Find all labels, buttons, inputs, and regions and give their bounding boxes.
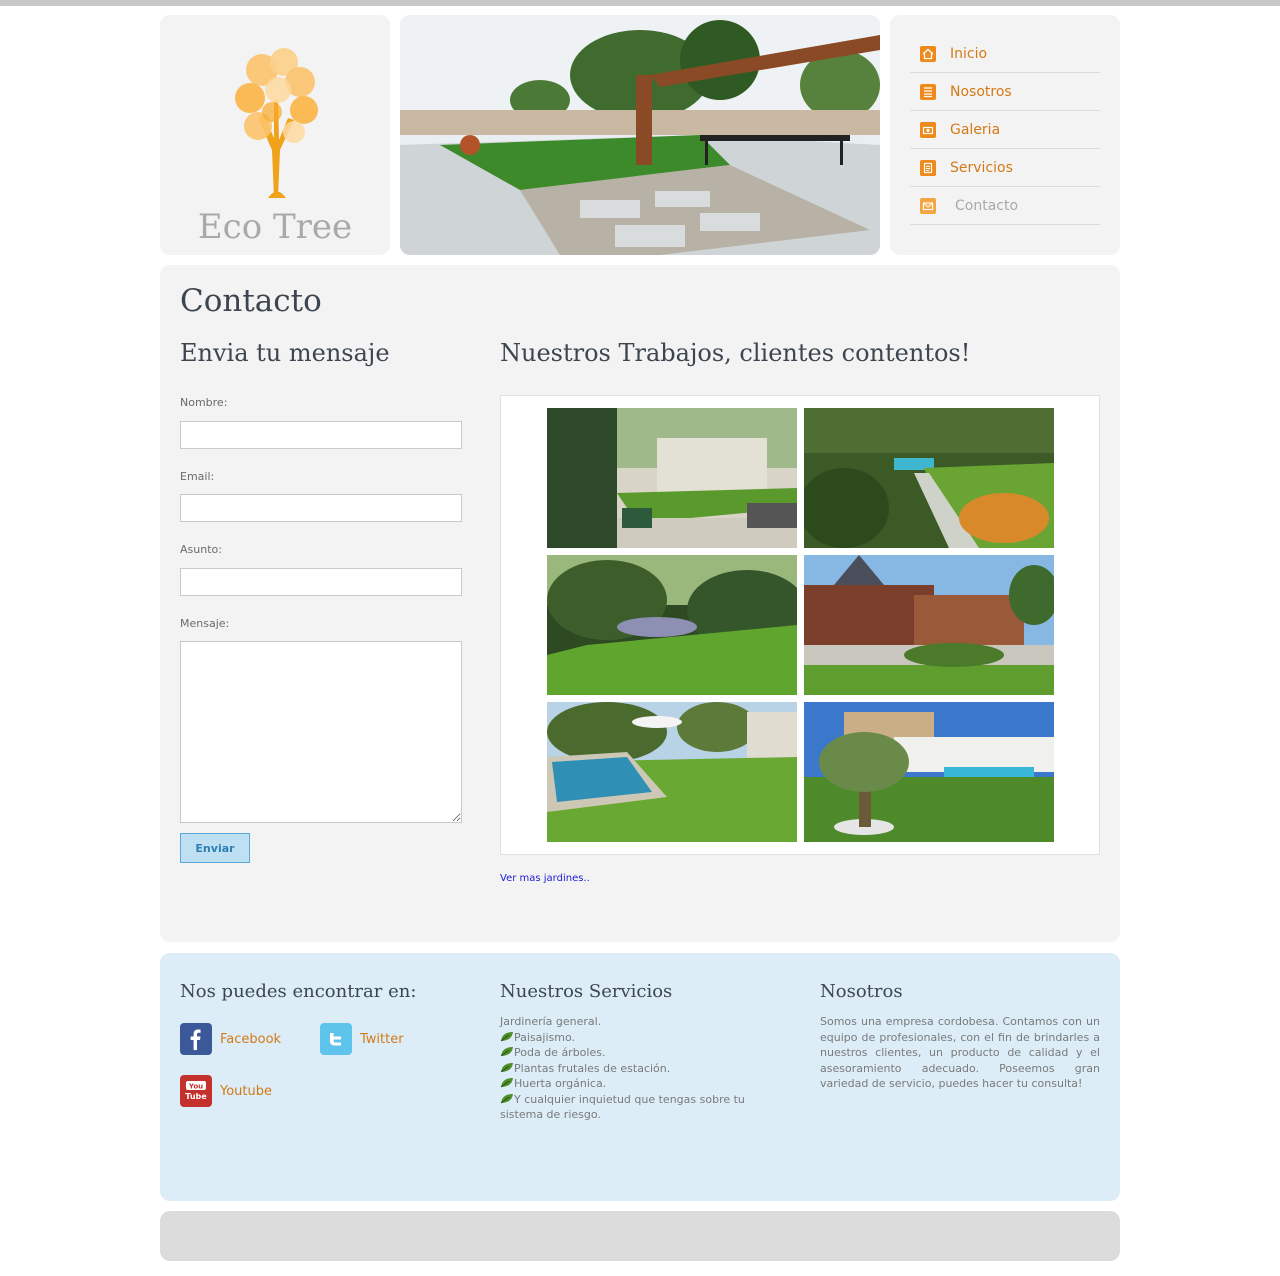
- youtube-icon: You Tube: [180, 1075, 212, 1107]
- home-icon: [920, 45, 936, 62]
- gallery-photo[interactable]: [804, 555, 1054, 695]
- service-item: Plantas frutales de estación.: [514, 1061, 671, 1075]
- gallery-photo[interactable]: [547, 702, 797, 842]
- leaf-icon: [500, 1078, 513, 1088]
- gallery-photo[interactable]: [804, 702, 1054, 842]
- page-title: Contacto: [180, 283, 322, 319]
- gallery-photo[interactable]: [804, 408, 1054, 548]
- name-field[interactable]: [180, 421, 462, 449]
- hero-image: [400, 15, 880, 255]
- gallery-photo[interactable]: [547, 408, 797, 548]
- svg-text:You: You: [188, 1083, 203, 1091]
- message-field[interactable]: [180, 641, 462, 823]
- list-icon: [920, 83, 936, 100]
- logo-text: Eco Tree: [197, 207, 353, 247]
- message-label: Mensaje:: [180, 617, 230, 630]
- services-title: Nuestros Servicios: [500, 981, 673, 1002]
- nav-panel: Inicio Nosotros Galeria Servicios Contac…: [890, 15, 1120, 255]
- subject-label: Asunto:: [180, 543, 222, 556]
- camera-icon: [920, 121, 936, 138]
- nav-label: Galeria: [950, 121, 1001, 138]
- top-bar: [0, 0, 1280, 6]
- services-list: Jardinería general. Paisajismo. Poda de …: [500, 1014, 760, 1123]
- main-content: Contacto Envia tu mensaje Nombre: Email:…: [160, 265, 1120, 942]
- service-item: Huerta orgánica.: [514, 1077, 607, 1090]
- leaf-icon: [500, 1047, 513, 1057]
- email-label: Email:: [180, 470, 215, 483]
- twitter-icon: [320, 1023, 352, 1055]
- nav-item-nosotros[interactable]: Nosotros: [910, 73, 1100, 111]
- social-title: Nos puedes encontrar en:: [180, 981, 417, 1002]
- list-item: Paisajismo.: [500, 1030, 760, 1046]
- gallery: [500, 395, 1100, 855]
- list-item: Huerta orgánica.: [500, 1076, 760, 1092]
- envelope-icon: [920, 197, 936, 214]
- service-item: Paisajismo.: [514, 1030, 575, 1044]
- tree-logo-icon: [235, 48, 318, 198]
- services-intro: Jardinería general.: [500, 1015, 602, 1028]
- service-item: Poda de árboles.: [514, 1046, 606, 1059]
- twitter-label: Twitter: [360, 1031, 404, 1047]
- svg-text:Tube: Tube: [185, 1092, 207, 1101]
- main-nav: Inicio Nosotros Galeria Servicios Contac…: [910, 35, 1100, 225]
- nav-label: Nosotros: [950, 83, 1012, 100]
- list-item: Y cualquier inquietud que tengas sobre t…: [500, 1092, 760, 1123]
- nav-item-galeria[interactable]: Galeria: [910, 111, 1100, 149]
- nav-item-contacto[interactable]: Contacto: [910, 187, 1100, 225]
- gallery-title: Nuestros Trabajos, clientes contentos!: [500, 339, 971, 367]
- nav-label: Inicio: [950, 45, 988, 62]
- facebook-label: Facebook: [220, 1031, 282, 1047]
- nav-item-inicio[interactable]: Inicio: [910, 35, 1100, 73]
- nav-label: Contacto: [955, 197, 1019, 214]
- list-item: Poda de árboles.: [500, 1045, 760, 1061]
- youtube-label: Youtube: [220, 1083, 272, 1099]
- nav-item-servicios[interactable]: Servicios: [910, 149, 1100, 187]
- bottom-bar: [160, 1211, 1120, 1261]
- form-title: Envia tu mensaje: [180, 339, 390, 367]
- leaf-icon: [500, 1062, 513, 1072]
- youtube-link[interactable]: You Tube Youtube: [180, 1075, 272, 1107]
- gallery-photo[interactable]: [547, 555, 797, 695]
- list-item: Plantas frutales de estación.: [500, 1061, 760, 1077]
- service-item: Y cualquier inquietud que tengas sobre t…: [500, 1092, 745, 1122]
- send-button[interactable]: Enviar: [180, 833, 250, 863]
- about-title: Nosotros: [820, 981, 903, 1002]
- leaf-icon: [500, 1031, 513, 1041]
- facebook-link[interactable]: Facebook: [180, 1023, 281, 1055]
- subject-field[interactable]: [180, 568, 462, 596]
- more-gardens-link[interactable]: Ver mas jardines..: [500, 873, 590, 884]
- logo-panel[interactable]: Eco Tree: [160, 15, 390, 255]
- email-field[interactable]: [180, 494, 462, 522]
- nav-label: Servicios: [950, 159, 1013, 176]
- about-text: Somos una empresa cordobesa. Contamos co…: [820, 1015, 1100, 1090]
- leaf-icon: [500, 1093, 513, 1103]
- twitter-link[interactable]: Twitter: [320, 1023, 404, 1055]
- facebook-icon: [180, 1023, 212, 1055]
- footer: Nos puedes encontrar en: Facebook Twitte…: [160, 953, 1120, 1201]
- document-icon: [920, 159, 936, 176]
- name-label: Nombre:: [180, 396, 228, 409]
